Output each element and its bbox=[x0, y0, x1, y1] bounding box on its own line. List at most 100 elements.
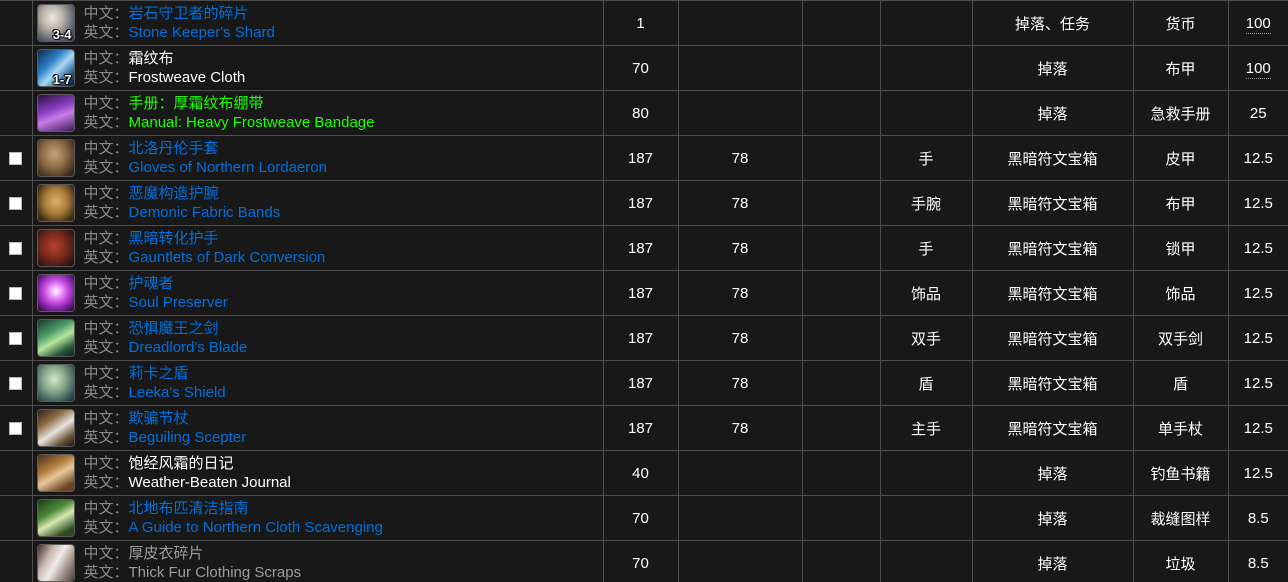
item-name-line-cn: 中文：欺骗节杖 bbox=[84, 410, 247, 427]
item-name-label-cn: 中文： bbox=[83, 5, 129, 22]
item-name-label-cn: 中文： bbox=[83, 50, 129, 67]
item-level-cell-value: 187 bbox=[627, 329, 654, 347]
row-select-cell bbox=[0, 495, 33, 541]
source-cell: 掉落 bbox=[972, 450, 1134, 496]
slot-cell: 主手 bbox=[880, 405, 973, 451]
item-link-cn[interactable]: 手册：厚霜纹布绷带 bbox=[129, 95, 264, 112]
row-select-cell[interactable] bbox=[0, 360, 33, 406]
row-select-cell[interactable] bbox=[0, 315, 33, 361]
drop-percent-cell: 12.5 bbox=[1228, 450, 1288, 496]
spacer-cell bbox=[802, 450, 881, 496]
item-icon[interactable] bbox=[36, 229, 75, 267]
item-link-en[interactable]: Beguiling Scepter bbox=[129, 429, 247, 446]
item-link-cn[interactable]: 护魂者 bbox=[129, 275, 174, 292]
row-checkbox[interactable] bbox=[9, 241, 23, 255]
item-icon[interactable] bbox=[36, 274, 75, 312]
row-select-cell[interactable] bbox=[0, 270, 33, 316]
row-select-cell[interactable] bbox=[0, 225, 33, 271]
item-link-en[interactable]: Gloves of Northern Lordaeron bbox=[129, 159, 327, 176]
table-row: 中文：护魂者 英文：Soul Preserver 187 78 饰品 黑暗符文宝箱 饰品 12… bbox=[0, 270, 1288, 316]
item-level-cell-value: 187 bbox=[627, 419, 654, 437]
item-icon[interactable]: 3-4 bbox=[36, 4, 75, 42]
item-link-cn[interactable]: 北地布匹清洁指南 bbox=[129, 500, 249, 517]
item-link-en[interactable]: Manual: Heavy Frostweave Bandage bbox=[129, 114, 375, 131]
item-icon[interactable] bbox=[36, 139, 75, 177]
drop-percent-cell-value: 8.5 bbox=[1247, 554, 1269, 572]
item-icon[interactable] bbox=[36, 184, 75, 222]
item-name-line-en: 英文：Weather-Beaten Journal bbox=[84, 474, 291, 491]
slot-cell-value: 手 bbox=[918, 240, 934, 258]
item-name-line-cn: 中文：霜纹布 bbox=[84, 50, 246, 67]
item-names: 中文：饱经风霜的日记 英文：Weather-Beaten Journal bbox=[84, 455, 291, 491]
row-checkbox[interactable] bbox=[9, 151, 23, 165]
table-row: 中文：手册：厚霜纹布绷带 英文：Manual: Heavy Frostweave … bbox=[0, 90, 1288, 136]
spacer-cell bbox=[802, 270, 881, 316]
drop-percent-cell-value: 25 bbox=[1249, 104, 1267, 122]
item-icon[interactable] bbox=[36, 499, 75, 537]
required-level-cell-value: 78 bbox=[731, 284, 749, 302]
item-link-en[interactable]: Demonic Fabric Bands bbox=[129, 204, 281, 221]
item-link-en[interactable]: Gauntlets of Dark Conversion bbox=[129, 249, 326, 266]
item-level-cell: 70 bbox=[603, 45, 679, 91]
item-icon[interactable] bbox=[36, 94, 75, 132]
item-icon[interactable] bbox=[36, 319, 75, 357]
item-link-cn[interactable]: 北洛丹伦手套 bbox=[129, 140, 219, 157]
item-cell: 中文：护魂者 英文：Soul Preserver bbox=[32, 270, 604, 316]
row-checkbox[interactable] bbox=[9, 376, 23, 390]
item-icon[interactable]: 1-7 bbox=[36, 49, 75, 87]
item-link-cn[interactable]: 岩石守卫者的碎片 bbox=[129, 5, 249, 22]
item-link-cn[interactable]: 恶魔构造护腕 bbox=[129, 185, 219, 202]
item-link-en[interactable]: Stone Keeper's Shard bbox=[129, 24, 275, 41]
type-cell: 钓鱼书籍 bbox=[1133, 450, 1229, 496]
row-checkbox[interactable] bbox=[9, 196, 23, 210]
row-select-cell bbox=[0, 45, 33, 91]
row-checkbox[interactable] bbox=[9, 331, 23, 345]
item-link-en[interactable]: Thick Fur Clothing Scraps bbox=[129, 564, 302, 581]
item-link-en[interactable]: Frostweave Cloth bbox=[129, 69, 246, 86]
item-name-line-cn: 中文：莉卡之盾 bbox=[84, 365, 226, 382]
source-cell-value: 黑暗符文宝箱 bbox=[1007, 285, 1098, 303]
item-icon[interactable] bbox=[36, 544, 75, 582]
item-level-cell: 187 bbox=[603, 225, 679, 271]
item-name-label-en: 英文： bbox=[83, 159, 129, 176]
type-cell-value: 布甲 bbox=[1165, 60, 1196, 78]
item-link-cn[interactable]: 欺骗节杖 bbox=[129, 410, 189, 427]
fur-white-icon bbox=[37, 545, 74, 581]
row-select-cell[interactable] bbox=[0, 135, 33, 181]
table-row: 中文：黑暗转化护手 英文：Gauntlets of Dark Conversion… bbox=[0, 225, 1288, 271]
item-name-line-en: 英文：Demonic Fabric Bands bbox=[84, 204, 281, 221]
drop-percent-cell-value: 12.5 bbox=[1243, 374, 1273, 392]
item-link-en[interactable]: Soul Preserver bbox=[129, 294, 228, 311]
row-checkbox[interactable] bbox=[9, 421, 23, 435]
item-link-cn[interactable]: 莉卡之盾 bbox=[129, 365, 189, 382]
item-link-en[interactable]: A Guide to Northern Cloth Scavenging bbox=[129, 519, 383, 536]
item-link-cn[interactable]: 霜纹布 bbox=[129, 50, 174, 67]
row-select-cell[interactable] bbox=[0, 180, 33, 226]
row-select-cell[interactable] bbox=[0, 405, 33, 451]
item-name-line-cn: 中文：饱经风霜的日记 bbox=[84, 455, 291, 472]
item-name-label-cn: 中文： bbox=[83, 95, 129, 112]
item-level-cell: 187 bbox=[603, 405, 679, 451]
item-link-cn[interactable]: 恐惧魔王之剑 bbox=[129, 320, 219, 337]
item-link-en[interactable]: Dreadlord's Blade bbox=[129, 339, 248, 356]
type-cell: 锁甲 bbox=[1133, 225, 1229, 271]
item-link-en[interactable]: Weather-Beaten Journal bbox=[129, 474, 291, 491]
table-row: 中文：北洛丹伦手套 英文：Gloves of Northern Lordaeron… bbox=[0, 135, 1288, 181]
item-link-cn[interactable]: 厚皮衣碎片 bbox=[129, 545, 204, 562]
item-icon[interactable] bbox=[36, 454, 75, 492]
item-link-cn[interactable]: 黑暗转化护手 bbox=[129, 230, 219, 247]
item-cell: 1-7 中文：霜纹布 英文：Frostweave Cloth bbox=[32, 45, 604, 91]
item-link-en[interactable]: Leeka's Shield bbox=[129, 384, 226, 401]
row-checkbox[interactable] bbox=[9, 286, 23, 300]
item-name-label-en: 英文： bbox=[83, 249, 129, 266]
source-cell: 黑暗符文宝箱 bbox=[972, 315, 1134, 361]
item-icon[interactable] bbox=[36, 409, 75, 447]
table-row: 中文：恶魔构造护腕 英文：Demonic Fabric Bands 187 78 手腕 黑… bbox=[0, 180, 1288, 226]
type-cell: 盾 bbox=[1133, 360, 1229, 406]
required-level-cell-value: 78 bbox=[731, 149, 749, 167]
slot-cell bbox=[880, 450, 973, 496]
drop-percent-cell-value: 12.5 bbox=[1243, 419, 1273, 437]
item-link-cn[interactable]: 饱经风霜的日记 bbox=[129, 455, 234, 472]
item-name-label-en: 英文： bbox=[83, 114, 129, 131]
item-icon[interactable] bbox=[36, 364, 75, 402]
